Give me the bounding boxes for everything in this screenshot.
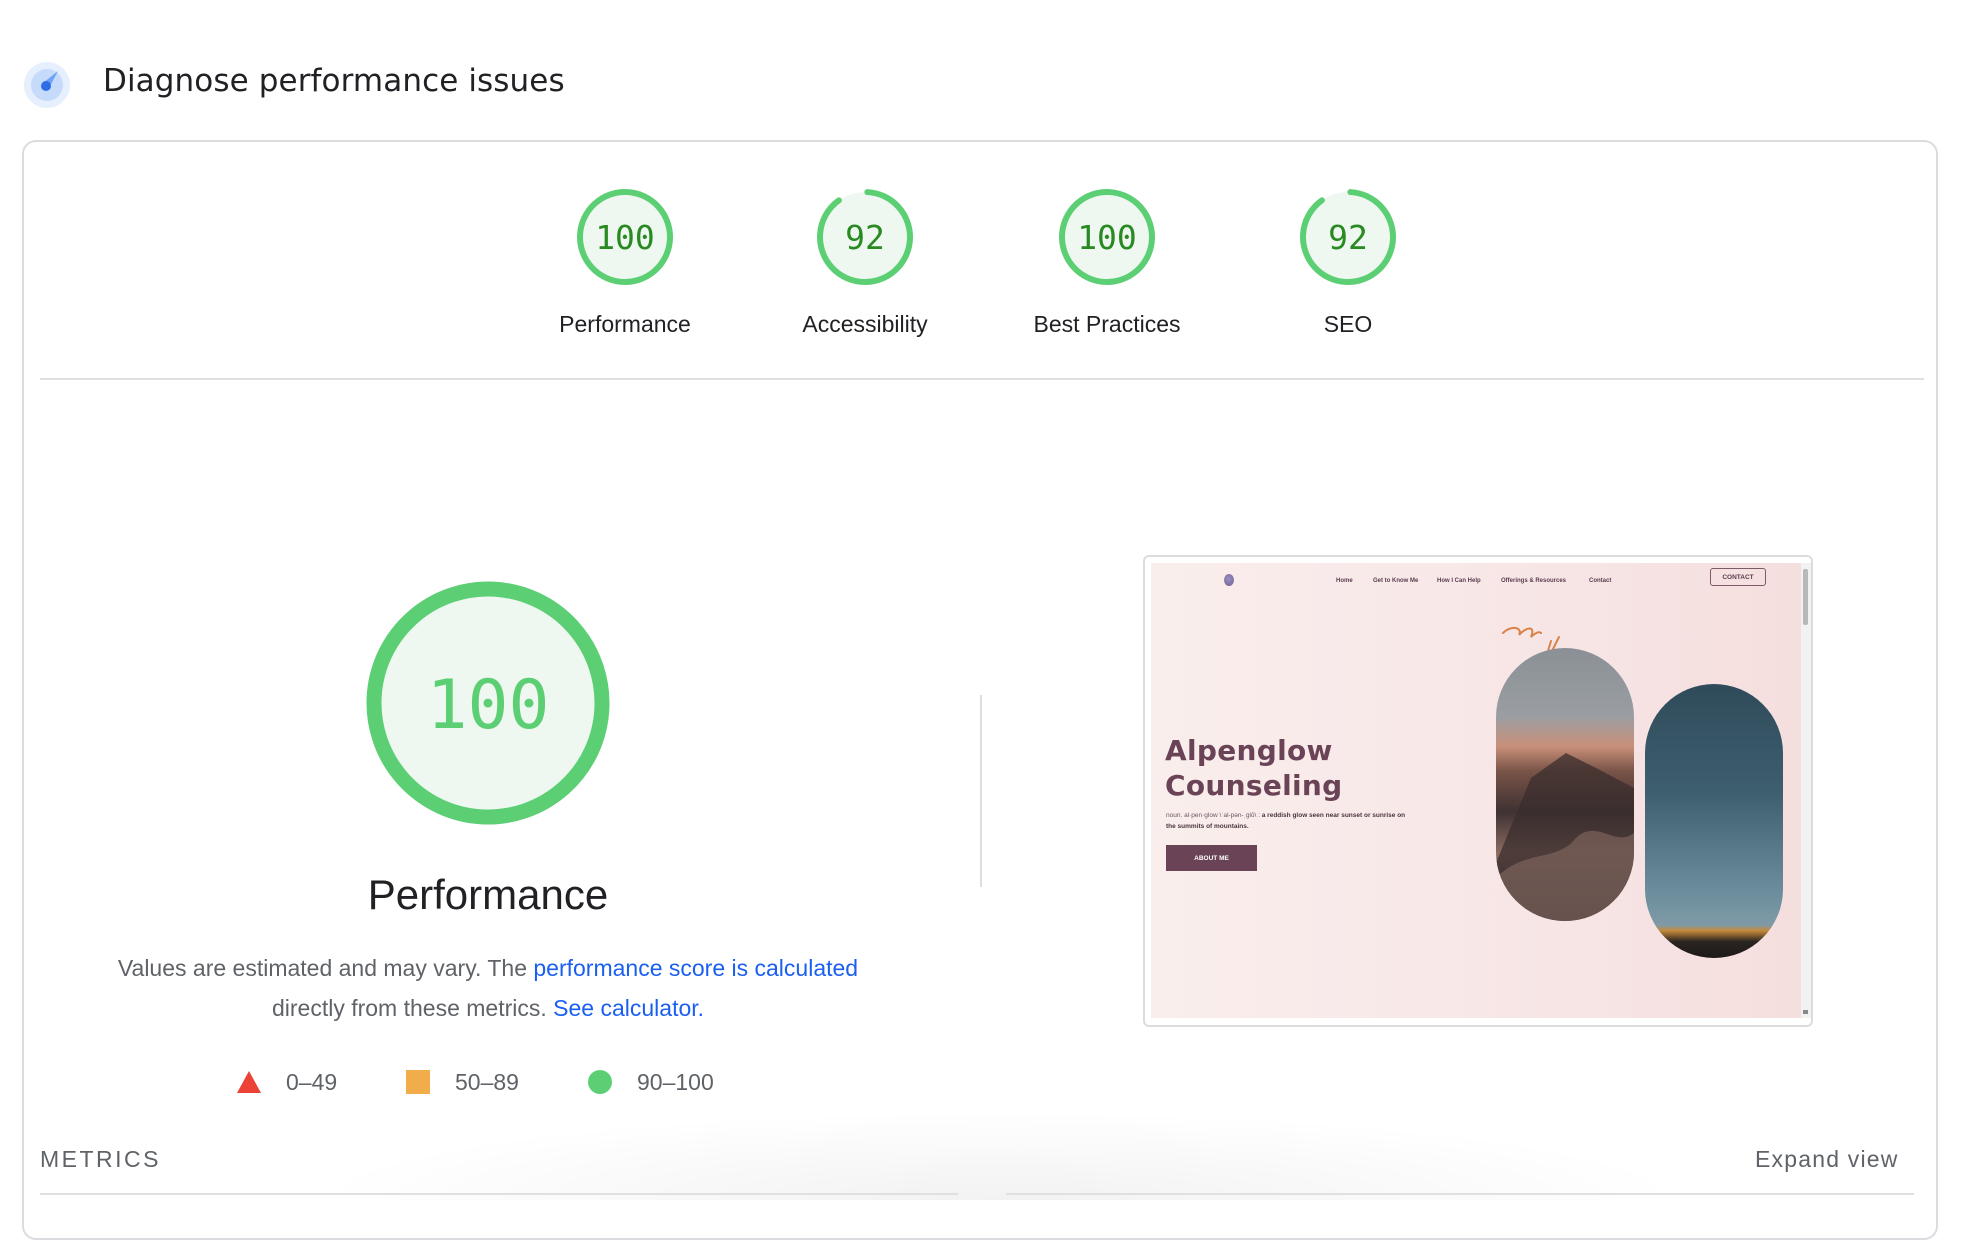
site-nav-item: Get to Know Me bbox=[1373, 578, 1419, 584]
divider bbox=[40, 378, 1924, 380]
performance-score: 100 bbox=[427, 666, 550, 745]
legend-range: 50–89 bbox=[455, 1068, 519, 1095]
legend-range: 90–100 bbox=[637, 1068, 714, 1095]
gauge-ring: 100 bbox=[577, 189, 673, 285]
see-calculator-link[interactable]: See calculator. bbox=[553, 995, 704, 1021]
score-calculated-link[interactable]: performance score is calculated bbox=[533, 955, 858, 981]
site-nav-item: Contact bbox=[1589, 578, 1612, 584]
mountain-photo-right bbox=[1645, 684, 1783, 958]
legend-fail: 0–49 bbox=[236, 1068, 337, 1096]
gauge-score: 92 bbox=[1328, 218, 1368, 257]
site-about-button: ABOUT ME bbox=[1166, 845, 1257, 871]
site-nav-item: Offerings & Resources bbox=[1501, 578, 1567, 584]
triangle-icon bbox=[237, 1071, 261, 1093]
desc-text: directly from these metrics. bbox=[271, 995, 554, 1021]
gauge-score: 100 bbox=[595, 218, 655, 257]
site-logo-icon bbox=[1224, 574, 1234, 586]
gauge-accessibility[interactable]: 92 Accessibility bbox=[780, 187, 950, 338]
gauge-label: SEO bbox=[1323, 311, 1373, 337]
site-nav-item: How I Can Help bbox=[1437, 578, 1481, 584]
gauge-seo[interactable]: 92 SEO bbox=[1263, 187, 1433, 338]
expand-view-button[interactable]: Expand view bbox=[1755, 1146, 1899, 1173]
performance-title: Performance bbox=[367, 871, 609, 918]
performance-description: Values are estimated and may vary. The p… bbox=[60, 948, 916, 1028]
gauge-ring: 100 bbox=[1059, 189, 1155, 285]
legend-range: 0–49 bbox=[286, 1068, 338, 1095]
site-definition: noun. al·pen·glow \ˈal-pən-ˌglō\ : a red… bbox=[1166, 810, 1416, 832]
lighthouse-gauge-icon bbox=[22, 60, 72, 110]
metrics-divider-right bbox=[1006, 1193, 1914, 1195]
square-icon bbox=[406, 1070, 430, 1094]
gauge-label: Performance bbox=[559, 311, 691, 337]
gauge-label: Best Practices bbox=[1033, 311, 1181, 337]
scroll-down-arrow-icon[interactable] bbox=[1803, 1010, 1808, 1014]
vertical-divider bbox=[980, 695, 982, 887]
gauge-label: Accessibility bbox=[802, 311, 928, 337]
metrics-divider-left bbox=[40, 1193, 958, 1195]
site-title-line: Counseling bbox=[1165, 769, 1343, 802]
site-contact-button: CONTACT bbox=[1710, 568, 1766, 586]
gauge-ring: 92 bbox=[1300, 189, 1396, 285]
legend-average: 50–89 bbox=[406, 1068, 519, 1096]
circle-icon bbox=[588, 1070, 612, 1094]
gauge-best-practices[interactable]: 100 Best Practices bbox=[1022, 187, 1192, 338]
site-hero-title: Alpenglow Counseling bbox=[1165, 733, 1342, 803]
screenshot-scroll-thumb[interactable] bbox=[1803, 569, 1808, 625]
gauge-ring: 92 bbox=[817, 189, 913, 285]
screenshot-scrollbar[interactable] bbox=[1801, 563, 1811, 1018]
definition-pronunciation: noun. al·pen·glow \ˈal-pən-ˌglō\ : bbox=[1166, 812, 1262, 819]
mountain-peak-left bbox=[1496, 648, 1634, 921]
site-nav-item: Home bbox=[1336, 578, 1353, 584]
metrics-heading: METRICS bbox=[40, 1146, 161, 1172]
site-title-line: Alpenglow bbox=[1165, 734, 1333, 767]
legend-pass: 90–100 bbox=[588, 1068, 714, 1096]
gauge-score: 100 bbox=[1077, 218, 1137, 257]
final-screenshot: Home Get to Know Me How I Can Help Offer… bbox=[1151, 563, 1801, 1018]
gauge-performance[interactable]: 100 Performance bbox=[540, 187, 710, 338]
gauge-score: 92 bbox=[845, 218, 885, 257]
section-title: Diagnose performance issues bbox=[103, 63, 565, 99]
desc-text: Values are estimated and may vary. The bbox=[117, 955, 534, 981]
performance-gauge-large: 100 bbox=[366, 581, 610, 825]
